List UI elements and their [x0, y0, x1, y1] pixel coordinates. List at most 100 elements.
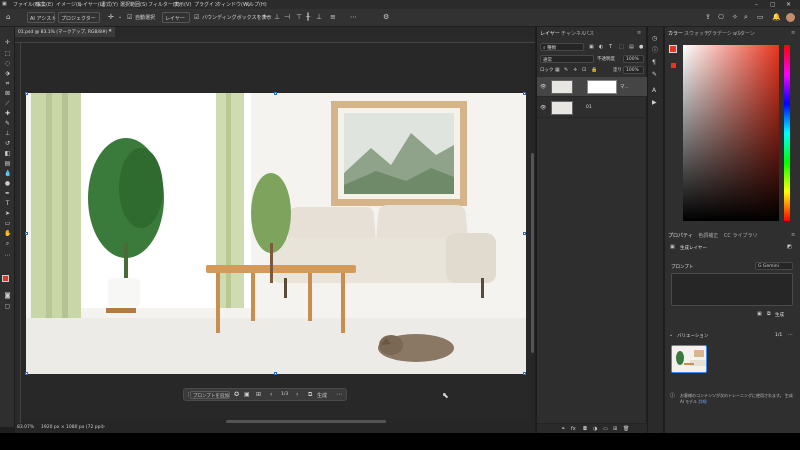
tab-libraries[interactable]: CC ライブラリ [724, 233, 758, 239]
prompt-input[interactable]: プロンプトを追加 [190, 391, 230, 399]
vertical-scrollbar[interactable] [530, 43, 535, 423]
lock-all-icon[interactable]: 🔒 [591, 67, 597, 74]
lock-image-icon[interactable]: ✎ [564, 67, 568, 74]
foreground-color-swatch[interactable] [2, 275, 9, 282]
brush-tool-icon[interactable]: ✎ [4, 120, 11, 127]
photoshop-logo-icon[interactable]: ▣ [2, 1, 7, 7]
vertical-scroll-thumb[interactable] [531, 153, 534, 353]
history-brush-icon[interactable]: ↺ [4, 140, 11, 147]
info-icon[interactable]: ⓘ [652, 47, 658, 54]
generate-icon[interactable]: ✪ [234, 391, 239, 398]
auto-select-checkbox[interactable]: ☑ [127, 14, 132, 21]
menu-select[interactable]: 選択範囲(S) [120, 1, 147, 8]
more-tools-icon[interactable]: ⋯ [4, 252, 11, 259]
healing-brush-icon[interactable]: ✚ [4, 110, 11, 117]
previous-icon[interactable]: ‹ [270, 391, 272, 398]
foreground-color-swatch[interactable] [669, 45, 677, 53]
generate-button[interactable]: 生成 [775, 312, 784, 318]
next-icon[interactable]: › [296, 391, 298, 398]
eyedropper-tool-icon[interactable]: ⟋ [4, 100, 11, 107]
add-mask-icon[interactable]: ◘ [583, 426, 587, 433]
menu-view[interactable]: 表示(V) [174, 1, 191, 8]
ai-assist-button[interactable]: AI アシスト [27, 12, 56, 23]
hue-slider[interactable] [784, 45, 790, 221]
link-layers-icon[interactable]: ⚭ [561, 426, 565, 433]
layer-style-icon[interactable]: fx [571, 426, 576, 433]
minimize-icon[interactable]: – [755, 1, 758, 8]
transform-handle-bl[interactable] [25, 372, 28, 375]
panel-menu-icon[interactable]: ≡ [791, 232, 795, 238]
lock-position-icon[interactable]: ✛ [573, 67, 577, 74]
align-right-icon[interactable]: ⊣ [284, 14, 290, 21]
type-tool-icon[interactable]: T [4, 200, 11, 207]
menu-edit[interactable]: 編集(E) [36, 1, 53, 8]
filter-shape-icon[interactable]: ⬚ [619, 44, 624, 51]
stack-icon[interactable]: ⊞ [256, 391, 261, 398]
search-icon[interactable]: ⌕ [744, 14, 748, 21]
filter-smart-icon[interactable]: ▤ [629, 44, 634, 51]
screen-mode-icon[interactable]: ▢ [4, 303, 11, 310]
generate-button[interactable]: 生成 [317, 392, 327, 399]
workspace-icon[interactable]: ▭ [757, 14, 764, 21]
rectangle-tool-icon[interactable]: ▭ [4, 220, 11, 227]
transform-handle-tl[interactable] [25, 92, 28, 95]
tab-patterns[interactable]: パターン [735, 30, 755, 37]
frame-tool-icon[interactable]: ⊠ [4, 90, 11, 97]
generate-sparkle-icon[interactable]: ⧉ [767, 311, 771, 318]
avatar[interactable] [786, 13, 795, 22]
dodge-tool-icon[interactable]: ● [4, 180, 11, 187]
notification-icon[interactable]: 🔔 [772, 14, 781, 21]
align-middle-icon[interactable]: ╫ [306, 14, 310, 21]
brush-settings-icon[interactable]: ✎ [652, 71, 657, 78]
gear-icon[interactable]: ⚙ [383, 14, 389, 21]
layer-filter-dropdown[interactable]: ⌕ 種類 [540, 43, 584, 51]
filter-adjust-icon[interactable]: ◐ [599, 44, 603, 51]
filter-type-icon[interactable]: T [609, 44, 612, 51]
share-icon[interactable]: ⇪ [705, 14, 711, 21]
object-select-tool-icon[interactable]: ⬗ [4, 70, 11, 77]
transform-handle-br[interactable] [523, 372, 526, 375]
gradient-tool-icon[interactable]: ▤ [4, 160, 11, 167]
variation-thumbnail[interactable] [671, 345, 707, 373]
reference-image-icon[interactable]: ▣ [757, 311, 762, 318]
align-center-icon[interactable]: ⊥ [274, 14, 280, 21]
document-image[interactable] [26, 93, 526, 374]
tab-properties[interactable]: プロパティ [668, 233, 693, 239]
distribute-icon[interactable]: ≡ [330, 14, 336, 21]
lock-artboard-icon[interactable]: ⊡ [582, 67, 586, 74]
actions-icon[interactable]: ▶ [652, 99, 657, 106]
align-top-icon[interactable]: ⊤ [296, 14, 302, 21]
eye-icon[interactable]: 👁 [540, 105, 546, 111]
align-left-icon[interactable]: ⊢ [264, 14, 270, 21]
ai-notice-link[interactable]: 詳細 [698, 399, 706, 404]
zoom-level[interactable]: 83.07% [17, 425, 34, 430]
transform-handle-b[interactable] [274, 372, 277, 375]
align-bottom-icon[interactable]: ⊥ [316, 14, 322, 21]
opacity-input[interactable]: 100% [623, 55, 644, 63]
layer-row[interactable]: 👁 マ... [537, 77, 647, 97]
more-options-icon[interactable]: ⋯ [336, 391, 342, 398]
project-button[interactable]: プロジェクター [58, 12, 100, 23]
document-tab[interactable]: 01.psd @ 83.1% (マークアップ, RGB/8#) * ✕ [15, 27, 115, 37]
model-dropdown[interactable]: G Gemini [755, 262, 793, 270]
transform-handle-tr[interactable] [523, 92, 526, 95]
layer-name[interactable]: 01 [586, 105, 592, 110]
adjustment-layer-icon[interactable]: ◑ [593, 426, 597, 433]
glyphs-icon[interactable]: A [652, 87, 656, 94]
lock-transparent-icon[interactable]: ▦ [555, 67, 560, 74]
zoom-tool-icon[interactable]: ⌕ [4, 240, 11, 247]
generate-sparkle-icon[interactable]: ⧉ [308, 391, 312, 399]
tab-layers[interactable]: レイヤー [540, 30, 560, 37]
hand-tool-icon[interactable]: ✋ [4, 230, 11, 237]
paragraph-icon[interactable]: ¶ [652, 59, 656, 66]
close-icon[interactable]: ✕ [786, 1, 791, 8]
move-tool-icon[interactable]: ✛ [108, 14, 114, 21]
menu-type[interactable]: 書式(Y) [101, 1, 118, 8]
prompt-textarea[interactable] [671, 273, 793, 306]
discover-icon[interactable]: ✧ [732, 14, 738, 21]
tab-paths[interactable]: パス [584, 30, 594, 37]
menu-help[interactable]: ヘルプ(H) [244, 1, 267, 8]
filter-pixel-icon[interactable]: ▣ [589, 44, 594, 51]
learn-icon[interactable]: ⎔ [718, 14, 724, 21]
quick-mask-icon[interactable]: ◙ [4, 292, 11, 299]
